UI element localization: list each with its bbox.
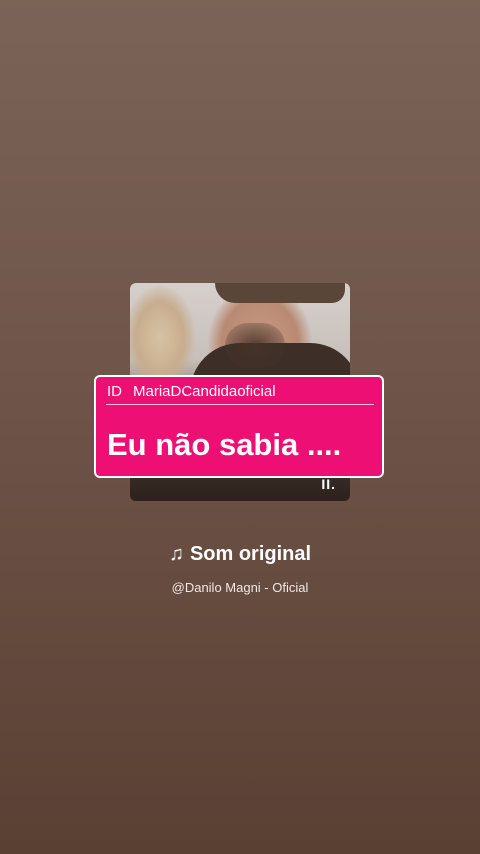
sticker-username: MariaDCandidaoficial: [133, 383, 276, 400]
sticker-message: Eu não sabia ....: [107, 427, 342, 462]
sticker-id-label: ID: [107, 383, 122, 400]
pause-icon[interactable]: II.: [321, 477, 336, 491]
sticker-header: ID MariaDCandidaoficial: [107, 381, 372, 403]
thumbnail-beard-shape: [225, 323, 285, 368]
id-sticker[interactable]: ID MariaDCandidaoficial Eu não sabia ....: [94, 375, 384, 478]
music-artist[interactable]: @Danilo Magni - Oficial: [0, 578, 480, 598]
thumbnail-hair-shape: [215, 283, 345, 303]
music-title-text: Som original: [189, 543, 312, 565]
sticker-divider: [106, 404, 374, 405]
music-title[interactable]: ♫ Som original: [0, 540, 480, 568]
music-note-icon: ♫: [168, 543, 184, 565]
